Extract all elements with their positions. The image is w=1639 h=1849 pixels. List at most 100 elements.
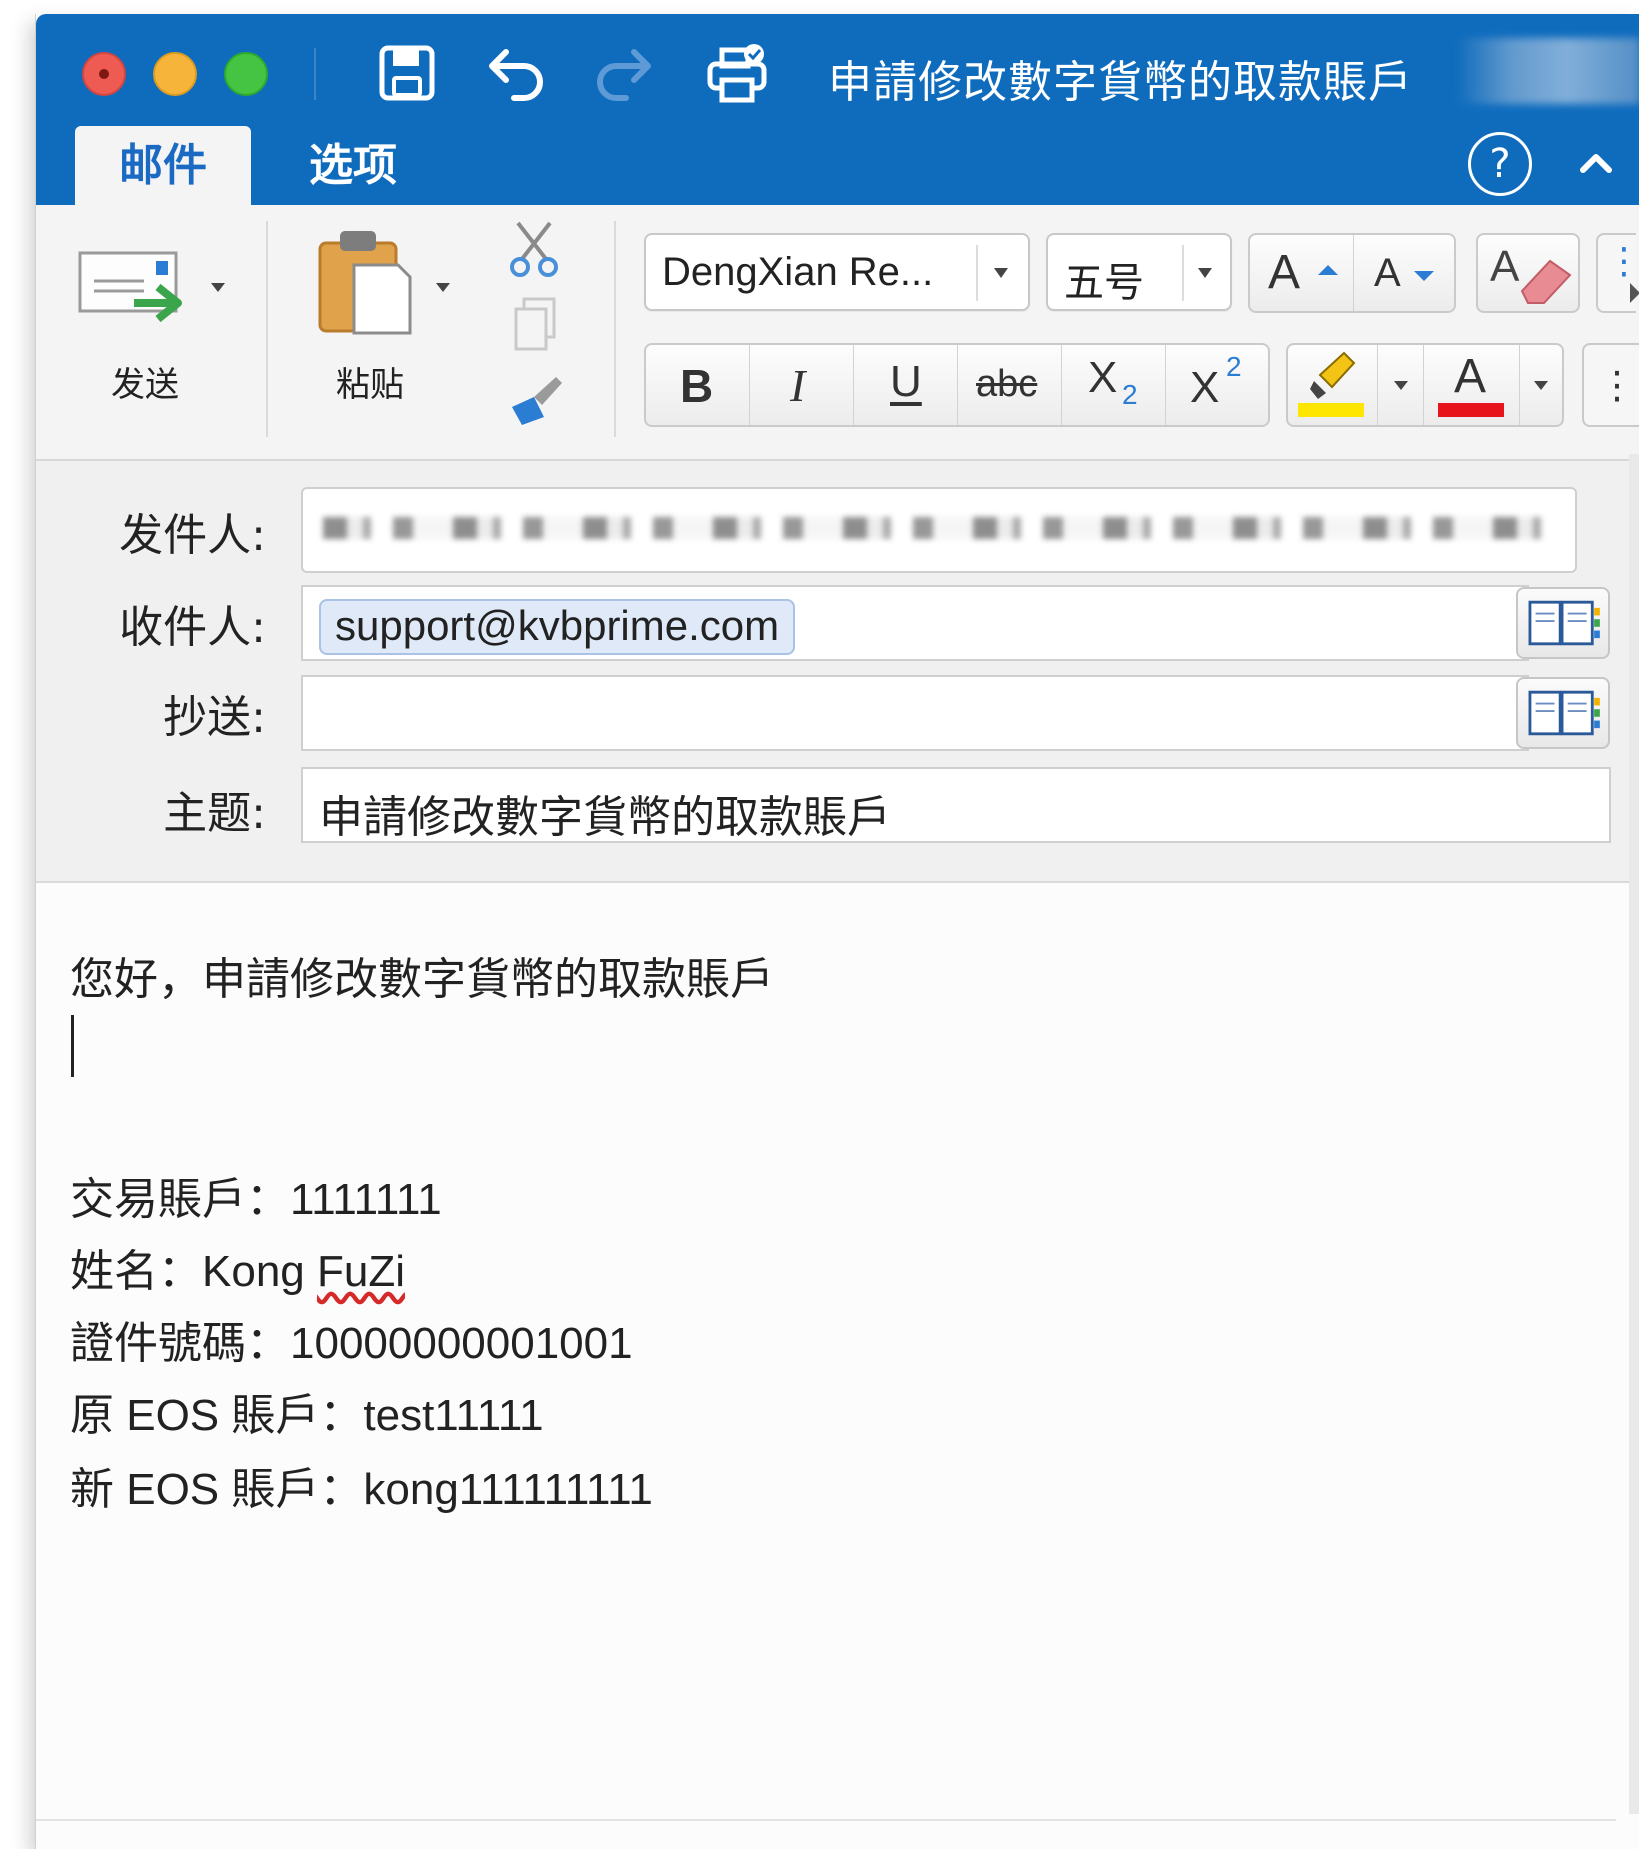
to-label: 收件人: [119,602,266,653]
tab-options[interactable]: 选项 [298,126,408,205]
body-greeting: 您好，申請修改數字貨幣的取款賬戶 [70,955,774,1004]
grow-font-button[interactable]: A [1250,235,1354,311]
paste-label: 粘贴 [336,365,404,405]
redacted-sender [323,517,1553,539]
svg-text:A: A [1490,242,1520,291]
body-label: 原 EOS 賬戶： [70,1391,364,1440]
ribbon-divider [266,221,268,437]
strikethrough-button[interactable]: abc [958,345,1062,425]
triangle-down-icon [1414,271,1434,281]
underline-button[interactable]: U [854,345,958,425]
help-icon[interactable]: ? [1468,132,1532,196]
body-label: 證件號碼： [70,1319,290,1368]
paste-button[interactable] [314,225,414,337]
close-window-button[interactable] [82,52,126,96]
collapse-ribbon-icon[interactable] [1571,138,1621,188]
ribbon-divider [614,221,616,437]
chevron-down-icon [1394,381,1408,390]
to-field[interactable]: support@kvbprime.com [301,585,1529,661]
body-label: 新 EOS 賬戶： [70,1465,364,1514]
titlebar-divider [314,48,316,100]
to-address-book-button[interactable] [1516,587,1610,659]
highlight-dropdown[interactable] [1378,345,1424,425]
highlight-button[interactable] [1288,345,1378,425]
chevron-down-icon [1534,381,1548,390]
cc-field[interactable] [301,675,1529,751]
combo-divider [976,245,978,301]
subject-field[interactable]: 申請修改數字貨幣的取款賬戶 [301,767,1611,843]
subscript-base: X [1088,353,1118,402]
print-icon[interactable] [704,40,770,106]
subject-value: 申請修改數字貨幣的取款賬戶 [319,792,891,843]
text-format-buttons: B I U abc X 2 X 2 [644,343,1270,427]
italic-button[interactable]: I [750,345,854,425]
body-line-old-eos: 原 EOS 賬戶：test11111 [70,1379,544,1443]
redacted-title-area [1456,38,1639,104]
from-field[interactable] [301,487,1577,573]
save-icon[interactable] [374,40,440,106]
grow-font-letter: A [1268,246,1301,299]
recipient-chip[interactable]: support@kvbprime.com [319,599,796,655]
chevron-down-icon[interactable] [1198,268,1212,278]
overflow-icon: ⋮ [1606,241,1639,282]
font-name-value: DengXian Re... [662,250,934,294]
cut-icon[interactable] [506,219,562,279]
triangle-up-icon [1318,265,1338,275]
subscript-mark: 2 [1122,379,1138,410]
shrink-font-letter: A [1374,251,1401,295]
send-icon [78,251,182,323]
italic-letter: I [790,360,806,411]
spelling-flagged-word[interactable]: FuZi [317,1247,405,1296]
chevron-down-icon[interactable] [994,268,1008,278]
send-button[interactable] [74,241,184,341]
body-line-name: 姓名：Kong FuZi [70,1235,405,1299]
font-color-dropdown[interactable] [1520,345,1564,425]
clipboard-icon [318,231,412,335]
superscript-mark: 2 [1226,351,1242,382]
title-bar: 申請修改數字貨幣的取款賬戶 [36,14,1639,112]
list-icon: ⋮ [1598,363,1636,407]
minimize-window-button[interactable] [153,52,197,96]
font-size-select[interactable]: 五号 [1046,233,1232,311]
superscript-button[interactable]: X 2 [1166,345,1270,425]
body-value: 1111111 [290,1175,442,1224]
body-line-account: 交易賬戶：1111111 [70,1163,442,1227]
window-title: 申請修改數字貨幣的取款賬戶 [828,57,1413,108]
font-size-buttons: A A [1248,233,1456,313]
body-value: Kong [202,1247,317,1296]
address-book-icon [1528,690,1600,736]
body-line-new-eos: 新 EOS 賬戶：kong111111111 [70,1453,653,1517]
cc-address-book-button[interactable] [1516,677,1610,749]
shrink-font-button[interactable]: A [1354,235,1454,311]
compose-window: 申請修改數字貨幣的取款賬戶 邮件 选项 ? 发送 粘贴 DengXian Re.… [35,14,1639,1849]
clear-formatting-button[interactable]: A [1476,233,1580,313]
color-buttons: A [1286,343,1564,427]
format-painter-icon[interactable] [504,371,566,427]
font-color-letter: A [1454,350,1487,403]
message-body[interactable]: 您好，申請修改數字貨幣的取款賬戶 交易賬戶：1111111 姓名：Kong Fu… [36,883,1616,1821]
combo-divider [1182,245,1184,301]
send-dropdown-caret[interactable] [211,283,225,292]
from-label: 发件人: [119,510,266,561]
body-line-id: 證件號碼：10000000001001 [70,1307,633,1371]
eraser-icon: A [1490,242,1572,304]
font-name-select[interactable]: DengXian Re... [644,233,1030,311]
copy-icon[interactable] [510,295,560,353]
subscript-button[interactable]: X 2 [1062,345,1166,425]
paste-dropdown-caret[interactable] [436,283,450,292]
ribbon-scroll-right-icon[interactable] [1630,283,1639,303]
undo-icon[interactable] [484,40,550,106]
font-color-button[interactable]: A [1424,345,1520,425]
bold-button[interactable]: B [646,345,750,425]
tab-mail[interactable]: 邮件 [75,126,251,205]
zoom-window-button[interactable] [224,52,268,96]
redo-icon[interactable] [590,40,656,106]
text-cursor [71,1015,74,1077]
superscript-base: X [1190,363,1220,412]
font-color-swatch [1438,403,1504,417]
font-size-value: 五号 [1064,260,1144,306]
list-button[interactable]: ⋮ [1582,343,1639,427]
bold-letter: B [680,360,714,412]
subject-label: 主题: [163,788,266,839]
body-value: kong111111111 [363,1465,653,1514]
